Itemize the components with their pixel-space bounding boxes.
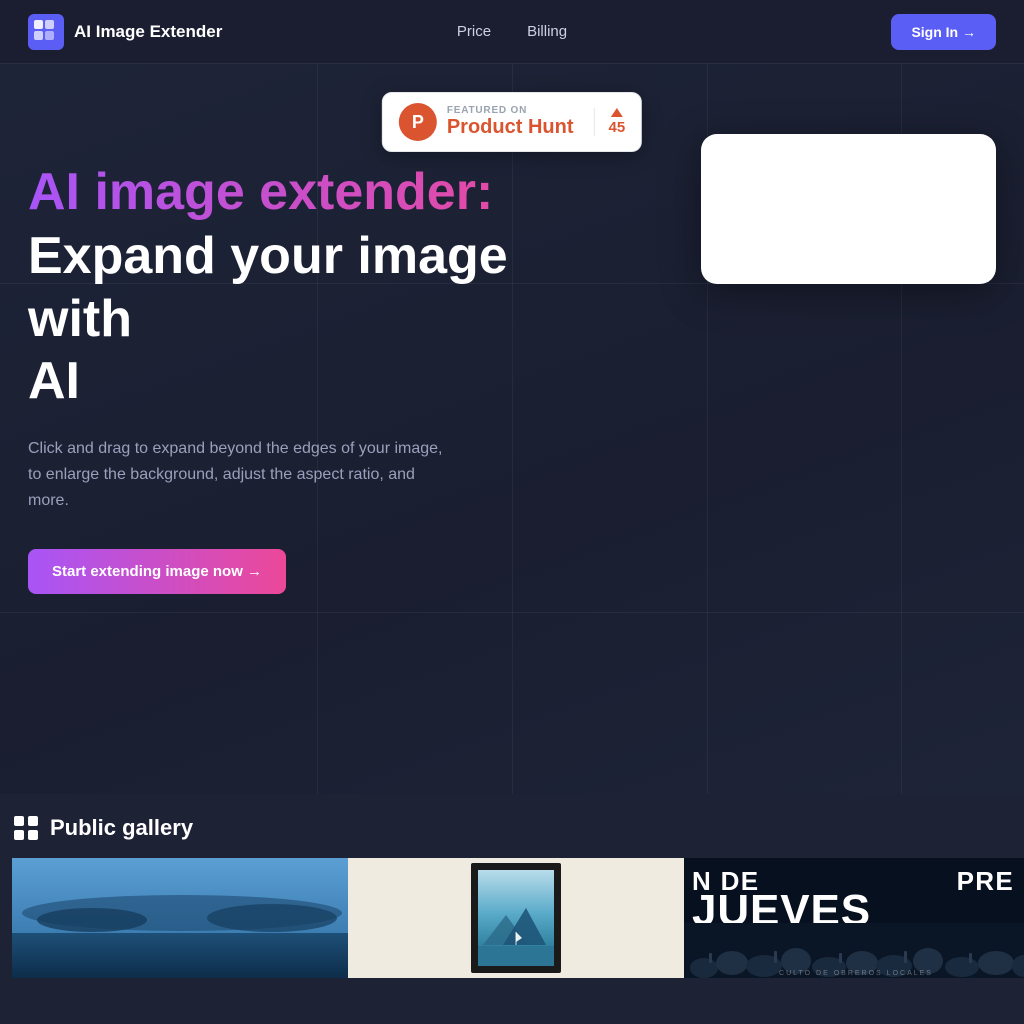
- hero-left: AI image extender: Expand your image wit…: [28, 144, 568, 594]
- frame-outer: [471, 863, 561, 973]
- nav-link-billing[interactable]: Billing: [527, 23, 567, 40]
- gallery-title: Public gallery: [50, 815, 193, 841]
- ph-vote-arrow: [611, 108, 623, 117]
- nav-link-price[interactable]: Price: [457, 23, 491, 40]
- gallery-item-framed[interactable]: [348, 858, 684, 978]
- product-hunt-icon: P: [399, 103, 437, 141]
- signin-button[interactable]: Sign In →: [891, 14, 996, 50]
- logo: AI Image Extender: [28, 14, 222, 50]
- gallery-item-landscape[interactable]: [12, 858, 348, 978]
- hero-right: [701, 134, 996, 284]
- jueves-text-pre: PRE: [957, 866, 1014, 897]
- product-hunt-badge[interactable]: P FEATURED ON Product Hunt 45: [382, 92, 642, 152]
- navbar: AI Image Extender Price Billing Sign In …: [0, 0, 1024, 64]
- ph-name: Product Hunt: [447, 116, 574, 139]
- logo-icon: [28, 14, 64, 50]
- image-preview-card: [701, 134, 996, 284]
- logo-text: AI Image Extender: [74, 22, 222, 42]
- ph-vote: 45: [593, 108, 625, 136]
- gallery-header: Public gallery: [12, 814, 1024, 842]
- product-hunt-text: FEATURED ON Product Hunt: [447, 105, 574, 139]
- ph-featured-label: FEATURED ON: [447, 105, 574, 116]
- hero-section: P FEATURED ON Product Hunt 45 AI image e…: [0, 64, 1024, 794]
- gallery-icon: [12, 814, 40, 842]
- gallery-item-jueves[interactable]: N DE JUEVES PRE: [684, 858, 1024, 978]
- hero-title-line1: Expand your image with: [28, 227, 508, 347]
- gallery-section: Public gallery: [0, 794, 1024, 978]
- hero-description: Click and drag to expand beyond the edge…: [28, 436, 458, 513]
- hero-title-line2: AI: [28, 352, 80, 410]
- hero-title-white: Expand your image with AI: [28, 225, 568, 412]
- nav-links: Price Billing: [457, 23, 567, 40]
- ph-vote-count: 45: [608, 119, 625, 136]
- gallery-grid: N DE JUEVES PRE: [12, 858, 1024, 978]
- svg-text:CULTO DE OBREROS LOCALES: CULTO DE OBREROS LOCALES: [779, 970, 933, 977]
- hero-title-colored: AI image extender:: [28, 164, 568, 221]
- cta-button[interactable]: Start extending image now →: [28, 549, 286, 594]
